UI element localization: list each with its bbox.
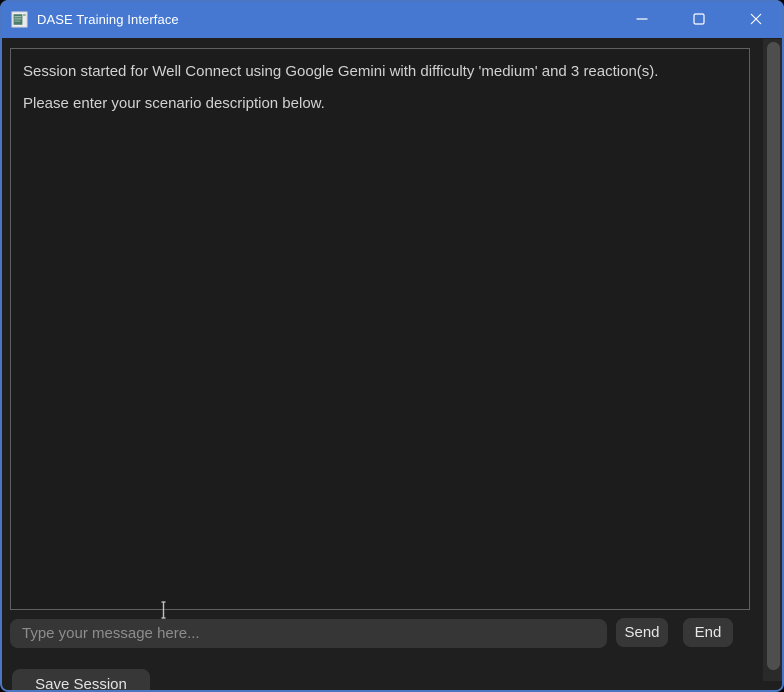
session-message: Session started for Well Connect using G…: [23, 62, 668, 81]
app-window-icon: [11, 11, 28, 28]
save-session-button[interactable]: Save Session: [12, 669, 150, 692]
message-input[interactable]: [10, 619, 607, 648]
close-icon: [750, 13, 762, 25]
end-button[interactable]: End: [683, 618, 733, 647]
maximize-button[interactable]: [670, 0, 727, 38]
app-window: DASE Training Interface Session started …: [0, 0, 784, 692]
session-message: Please enter your scenario description b…: [23, 94, 668, 113]
scrollbar-thumb[interactable]: [767, 42, 780, 670]
minimize-button[interactable]: [613, 0, 670, 38]
maximize-icon: [693, 13, 705, 25]
titlebar[interactable]: DASE Training Interface: [0, 0, 784, 38]
minimize-icon: [636, 13, 648, 25]
send-button[interactable]: Send: [616, 618, 668, 647]
close-button[interactable]: [727, 0, 784, 38]
window-title: DASE Training Interface: [37, 12, 613, 27]
session-log[interactable]: Session started for Well Connect using G…: [10, 48, 750, 610]
